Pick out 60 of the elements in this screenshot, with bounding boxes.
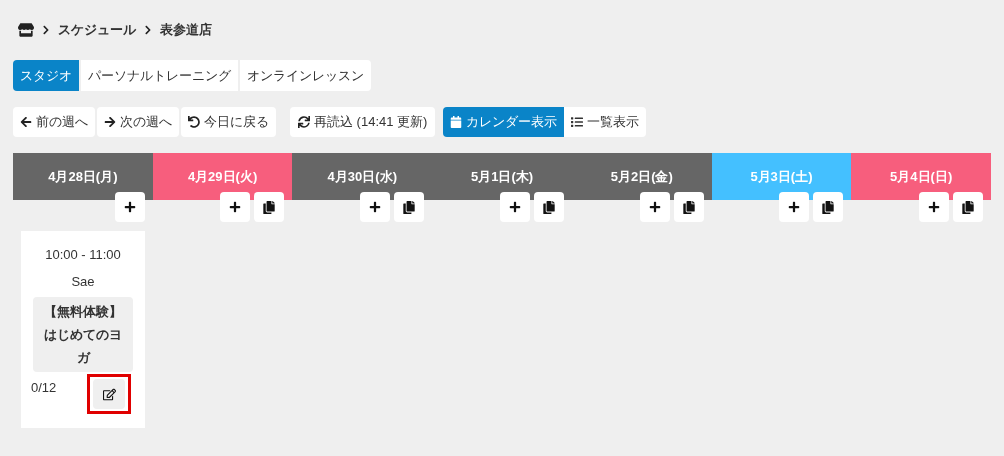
add-button[interactable] bbox=[360, 192, 391, 222]
chevron-icon bbox=[144, 25, 152, 35]
tab[interactable]: パーソナルトレーニング bbox=[81, 60, 238, 91]
capacity: 0/12 bbox=[31, 379, 57, 397]
day-header: 5月1日(木) bbox=[432, 153, 572, 200]
store-icon[interactable] bbox=[18, 23, 34, 37]
copy-button[interactable] bbox=[394, 192, 425, 222]
calendar-icon bbox=[450, 116, 463, 128]
add-button[interactable] bbox=[114, 192, 145, 222]
add-button[interactable] bbox=[919, 192, 950, 222]
breadcrumb-item[interactable]: スケジュール bbox=[58, 20, 136, 40]
copy-icon bbox=[542, 200, 555, 214]
plus-icon bbox=[508, 201, 521, 213]
day-header: 5月3日(土) bbox=[711, 153, 852, 200]
copy-button[interactable] bbox=[673, 192, 704, 222]
chevron-icon bbox=[42, 25, 50, 35]
arrow-left-icon bbox=[20, 116, 32, 128]
toolbar-button[interactable]: 前の週へ bbox=[13, 107, 95, 137]
plus-icon bbox=[229, 201, 242, 213]
plus-icon bbox=[123, 201, 136, 213]
add-button[interactable] bbox=[779, 192, 810, 222]
reload-button[interactable]: 再読込 (14:41 更新) bbox=[290, 107, 436, 137]
copy-icon bbox=[962, 200, 975, 214]
event-title: 【無料体験】はじめてのヨガ bbox=[33, 297, 133, 372]
day-header: 5月4日(日) bbox=[851, 153, 992, 200]
copy-button[interactable] bbox=[254, 192, 285, 222]
list-icon bbox=[571, 116, 584, 128]
instructor-name: Sae bbox=[71, 272, 95, 291]
plus-icon bbox=[788, 201, 801, 213]
view-toggle[interactable]: カレンダー表示 bbox=[443, 107, 565, 137]
toolbar-button[interactable]: 今日に戻る bbox=[181, 107, 276, 137]
day-header: 5月2日(金) bbox=[571, 153, 712, 200]
view-toggle[interactable]: 一覧表示 bbox=[564, 107, 647, 137]
undo-icon bbox=[188, 116, 200, 128]
copy-button[interactable] bbox=[813, 192, 844, 222]
add-button[interactable] bbox=[220, 192, 251, 222]
copy-icon bbox=[682, 200, 695, 214]
tab[interactable]: スタジオ bbox=[13, 60, 79, 91]
tab[interactable]: オンラインレッスン bbox=[240, 60, 371, 91]
day-header: 4月28日(月) bbox=[13, 153, 153, 200]
plus-icon bbox=[648, 201, 661, 213]
event-time: 10:00 - 11:00 bbox=[45, 246, 121, 264]
copy-icon bbox=[822, 200, 835, 214]
arrow-right-icon bbox=[104, 116, 116, 128]
edit-icon bbox=[102, 387, 116, 401]
copy-icon bbox=[403, 200, 416, 214]
plus-icon bbox=[928, 201, 941, 213]
toolbar-button[interactable]: 次の週へ bbox=[97, 107, 179, 137]
edit-button[interactable] bbox=[87, 374, 131, 414]
add-button[interactable] bbox=[499, 192, 530, 222]
add-button[interactable] bbox=[639, 192, 670, 222]
plus-icon bbox=[369, 201, 382, 213]
copy-icon bbox=[263, 200, 276, 214]
day-header: 4月29日(火) bbox=[152, 153, 293, 200]
copy-button[interactable] bbox=[953, 192, 984, 222]
event-card[interactable]: 10:00 - 11:00 Sae 【無料体験】はじめてのヨガ 0/12 bbox=[21, 231, 145, 428]
reload-icon bbox=[298, 116, 310, 128]
day-header: 4月30日(水) bbox=[292, 153, 433, 200]
copy-button[interactable] bbox=[533, 192, 564, 222]
breadcrumb-item: 表参道店 bbox=[160, 21, 212, 40]
